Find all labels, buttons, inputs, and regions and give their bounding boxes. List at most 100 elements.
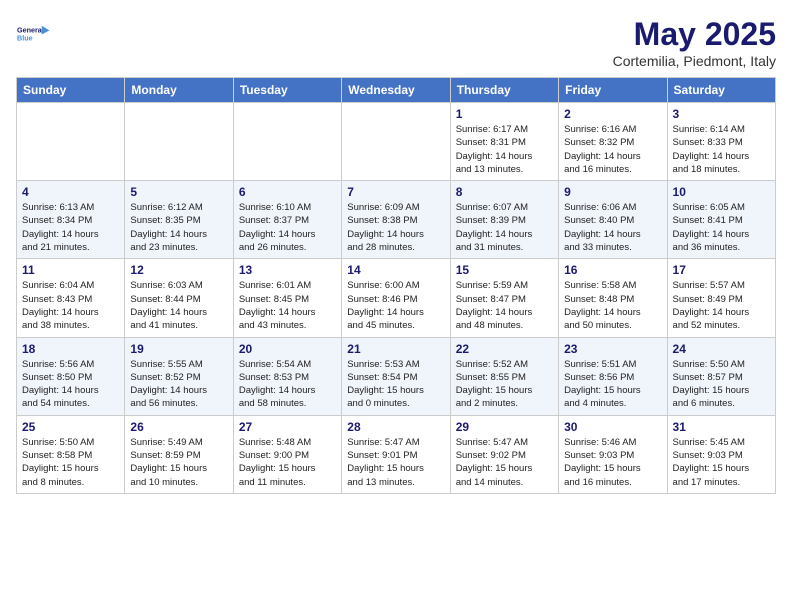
calendar-cell: 24 Sunrise: 5:50 AM Sunset: 8:57 PM Dayli…: [667, 337, 775, 415]
calendar-cell: 20 Sunrise: 5:54 AM Sunset: 8:53 PM Dayli…: [233, 337, 341, 415]
day-info: Sunrise: 6:17 AM Sunset: 8:31 PM Dayligh…: [456, 123, 553, 176]
day-info: Sunrise: 5:46 AM Sunset: 9:03 PM Dayligh…: [564, 436, 661, 489]
day-info: Sunrise: 6:14 AM Sunset: 8:33 PM Dayligh…: [673, 123, 770, 176]
day-number: 4: [22, 185, 119, 199]
day-info: Sunrise: 5:51 AM Sunset: 8:56 PM Dayligh…: [564, 358, 661, 411]
day-number: 3: [673, 107, 770, 121]
day-info: Sunrise: 5:59 AM Sunset: 8:47 PM Dayligh…: [456, 279, 553, 332]
day-info: Sunrise: 6:07 AM Sunset: 8:39 PM Dayligh…: [456, 201, 553, 254]
day-number: 24: [673, 342, 770, 356]
calendar-cell: 13Sunrise: 6:01 AM Sunset: 8:45 PM Dayli…: [233, 259, 341, 337]
weekday-header-wednesday: Wednesday: [342, 78, 450, 103]
calendar-week-3: 11Sunrise: 6:04 AM Sunset: 8:43 PM Dayli…: [17, 259, 776, 337]
day-info: Sunrise: 6:09 AM Sunset: 8:38 PM Dayligh…: [347, 201, 444, 254]
calendar-cell: 27 Sunrise: 5:48 AM Sunset: 9:00 PM Dayli…: [233, 415, 341, 493]
day-number: 22: [456, 342, 553, 356]
calendar-cell: 28 Sunrise: 5:47 AM Sunset: 9:01 PM Dayli…: [342, 415, 450, 493]
day-info: Sunrise: 5:50 AM Sunset: 8:57 PM Dayligh…: [673, 358, 770, 411]
day-info: Sunrise: 6:16 AM Sunset: 8:32 PM Dayligh…: [564, 123, 661, 176]
calendar-week-4: 18 Sunrise: 5:56 AM Sunset: 8:50 PM Dayli…: [17, 337, 776, 415]
day-number: 1: [456, 107, 553, 121]
day-number: 26: [130, 420, 227, 434]
calendar-cell: 10Sunrise: 6:05 AM Sunset: 8:41 PM Dayli…: [667, 181, 775, 259]
calendar-cell: 1 Sunrise: 6:17 AM Sunset: 8:31 PM Daylig…: [450, 103, 558, 181]
day-number: 19: [130, 342, 227, 356]
calendar-cell: 23 Sunrise: 5:51 AM Sunset: 8:56 PM Dayli…: [559, 337, 667, 415]
day-info: Sunrise: 6:03 AM Sunset: 8:44 PM Dayligh…: [130, 279, 227, 332]
calendar-cell: [233, 103, 341, 181]
day-info: Sunrise: 5:45 AM Sunset: 9:03 PM Dayligh…: [673, 436, 770, 489]
calendar-cell: 11Sunrise: 6:04 AM Sunset: 8:43 PM Dayli…: [17, 259, 125, 337]
day-number: 16: [564, 263, 661, 277]
day-number: 7: [347, 185, 444, 199]
day-number: 30: [564, 420, 661, 434]
calendar-cell: [17, 103, 125, 181]
calendar-cell: 26 Sunrise: 5:49 AM Sunset: 8:59 PM Dayli…: [125, 415, 233, 493]
calendar-cell: 5Sunrise: 6:12 AM Sunset: 8:35 PM Daylig…: [125, 181, 233, 259]
day-number: 2: [564, 107, 661, 121]
logo-icon: GeneralBlue: [16, 16, 52, 52]
calendar-cell: 6Sunrise: 6:10 AM Sunset: 8:37 PM Daylig…: [233, 181, 341, 259]
day-info: Sunrise: 5:56 AM Sunset: 8:50 PM Dayligh…: [22, 358, 119, 411]
weekday-header-row: SundayMondayTuesdayWednesdayThursdayFrid…: [17, 78, 776, 103]
day-info: Sunrise: 5:48 AM Sunset: 9:00 PM Dayligh…: [239, 436, 336, 489]
day-info: Sunrise: 5:57 AM Sunset: 8:49 PM Dayligh…: [673, 279, 770, 332]
day-info: Sunrise: 5:55 AM Sunset: 8:52 PM Dayligh…: [130, 358, 227, 411]
calendar-week-1: 1 Sunrise: 6:17 AM Sunset: 8:31 PM Daylig…: [17, 103, 776, 181]
day-number: 18: [22, 342, 119, 356]
calendar-cell: 4Sunrise: 6:13 AM Sunset: 8:34 PM Daylig…: [17, 181, 125, 259]
calendar-cell: 2 Sunrise: 6:16 AM Sunset: 8:32 PM Daylig…: [559, 103, 667, 181]
day-number: 15: [456, 263, 553, 277]
day-info: Sunrise: 5:54 AM Sunset: 8:53 PM Dayligh…: [239, 358, 336, 411]
calendar-cell: [125, 103, 233, 181]
calendar-cell: 16 Sunrise: 5:58 AM Sunset: 8:48 PM Dayli…: [559, 259, 667, 337]
day-number: 21: [347, 342, 444, 356]
calendar-cell: 25 Sunrise: 5:50 AM Sunset: 8:58 PM Dayli…: [17, 415, 125, 493]
day-number: 13: [239, 263, 336, 277]
day-info: Sunrise: 5:47 AM Sunset: 9:02 PM Dayligh…: [456, 436, 553, 489]
day-number: 31: [673, 420, 770, 434]
day-info: Sunrise: 6:00 AM Sunset: 8:46 PM Dayligh…: [347, 279, 444, 332]
day-number: 23: [564, 342, 661, 356]
day-number: 10: [673, 185, 770, 199]
calendar-cell: 8 Sunrise: 6:07 AM Sunset: 8:39 PM Daylig…: [450, 181, 558, 259]
calendar-cell: 31 Sunrise: 5:45 AM Sunset: 9:03 PM Dayli…: [667, 415, 775, 493]
calendar-week-2: 4Sunrise: 6:13 AM Sunset: 8:34 PM Daylig…: [17, 181, 776, 259]
location: Cortemilia, Piedmont, Italy: [613, 53, 776, 69]
weekday-header-sunday: Sunday: [17, 78, 125, 103]
svg-text:General: General: [17, 25, 44, 34]
weekday-header-tuesday: Tuesday: [233, 78, 341, 103]
day-info: Sunrise: 5:49 AM Sunset: 8:59 PM Dayligh…: [130, 436, 227, 489]
day-number: 27: [239, 420, 336, 434]
calendar-cell: 12Sunrise: 6:03 AM Sunset: 8:44 PM Dayli…: [125, 259, 233, 337]
day-number: 25: [22, 420, 119, 434]
calendar-cell: 14 Sunrise: 6:00 AM Sunset: 8:46 PM Dayli…: [342, 259, 450, 337]
calendar-cell: 3 Sunrise: 6:14 AM Sunset: 8:33 PM Daylig…: [667, 103, 775, 181]
day-number: 8: [456, 185, 553, 199]
weekday-header-friday: Friday: [559, 78, 667, 103]
day-number: 20: [239, 342, 336, 356]
svg-text:Blue: Blue: [17, 34, 33, 43]
calendar-week-5: 25 Sunrise: 5:50 AM Sunset: 8:58 PM Dayli…: [17, 415, 776, 493]
day-info: Sunrise: 5:50 AM Sunset: 8:58 PM Dayligh…: [22, 436, 119, 489]
day-number: 14: [347, 263, 444, 277]
title-block: May 2025 Cortemilia, Piedmont, Italy: [613, 16, 776, 69]
calendar-cell: 15 Sunrise: 5:59 AM Sunset: 8:47 PM Dayli…: [450, 259, 558, 337]
calendar-cell: 19 Sunrise: 5:55 AM Sunset: 8:52 PM Dayli…: [125, 337, 233, 415]
month-title: May 2025: [613, 16, 776, 53]
calendar-table: SundayMondayTuesdayWednesdayThursdayFrid…: [16, 77, 776, 494]
weekday-header-saturday: Saturday: [667, 78, 775, 103]
day-info: Sunrise: 6:10 AM Sunset: 8:37 PM Dayligh…: [239, 201, 336, 254]
day-info: Sunrise: 5:58 AM Sunset: 8:48 PM Dayligh…: [564, 279, 661, 332]
day-number: 29: [456, 420, 553, 434]
calendar-cell: 22 Sunrise: 5:52 AM Sunset: 8:55 PM Dayli…: [450, 337, 558, 415]
calendar-cell: 29 Sunrise: 5:47 AM Sunset: 9:02 PM Dayli…: [450, 415, 558, 493]
day-info: Sunrise: 5:52 AM Sunset: 8:55 PM Dayligh…: [456, 358, 553, 411]
day-number: 28: [347, 420, 444, 434]
day-info: Sunrise: 5:47 AM Sunset: 9:01 PM Dayligh…: [347, 436, 444, 489]
day-info: Sunrise: 5:53 AM Sunset: 8:54 PM Dayligh…: [347, 358, 444, 411]
weekday-header-monday: Monday: [125, 78, 233, 103]
calendar-cell: [342, 103, 450, 181]
calendar-cell: 9Sunrise: 6:06 AM Sunset: 8:40 PM Daylig…: [559, 181, 667, 259]
calendar-cell: 18 Sunrise: 5:56 AM Sunset: 8:50 PM Dayli…: [17, 337, 125, 415]
